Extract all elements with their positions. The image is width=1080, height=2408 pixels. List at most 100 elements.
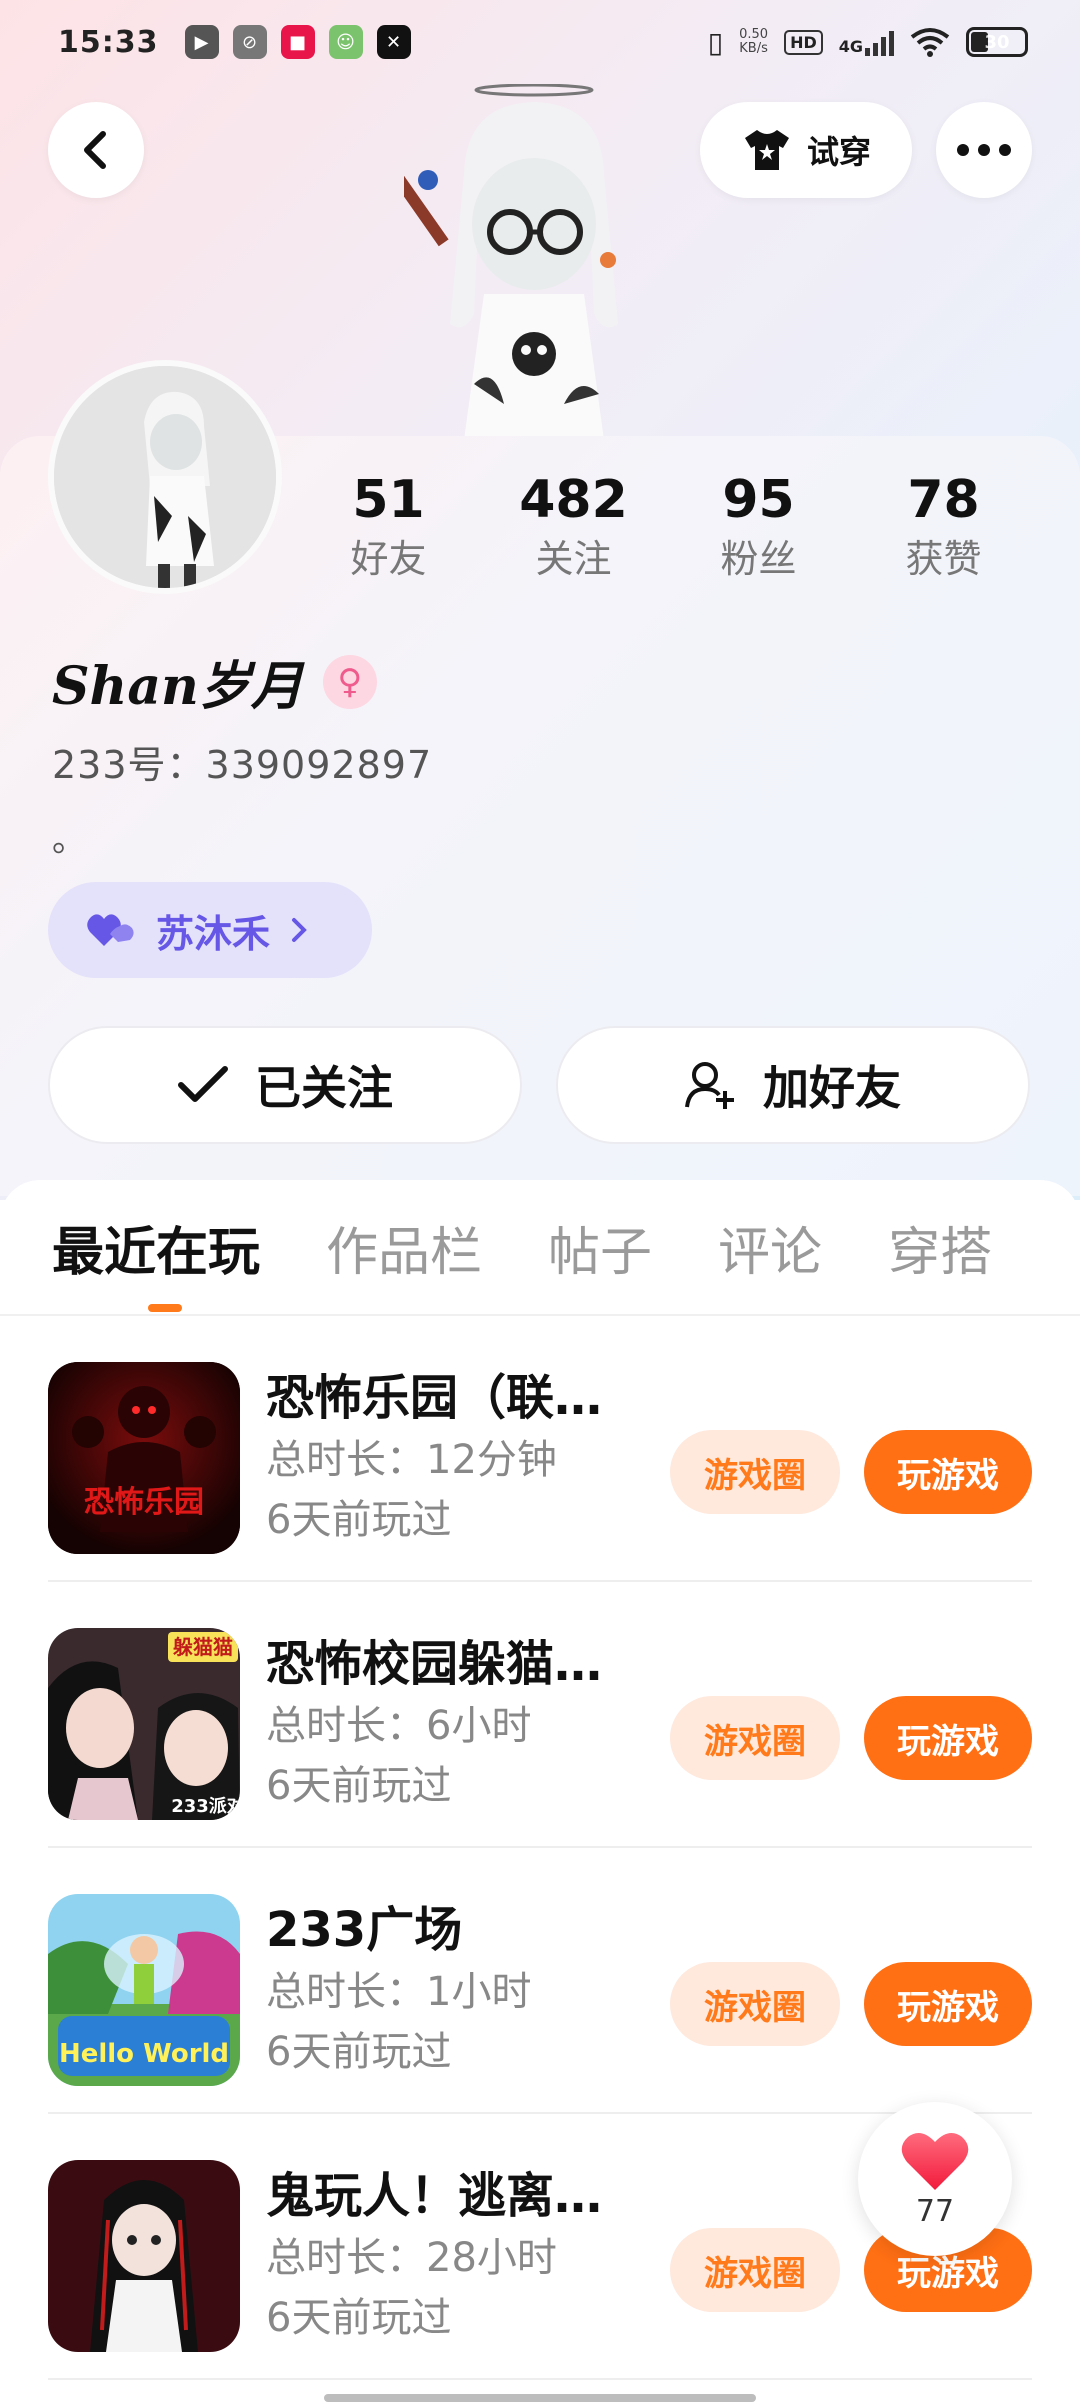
game-info: 鬼玩人！逃离… 总时长：28小时 6天前玩过: [266, 2164, 646, 2348]
plaza-233-thumbnail-image: Hello World: [48, 1894, 240, 2086]
link-app-icon: ⊘: [232, 25, 267, 59]
nickname: Shan岁月: [52, 656, 303, 717]
stat-label: 粉丝: [720, 537, 797, 581]
net-speed: 0.50 KB/s: [739, 28, 768, 56]
game-thumbnail[interactable]: Hello World: [48, 1894, 240, 2086]
game-info: 恐怖乐园（联… 总时长：12分钟 6天前玩过: [266, 1366, 646, 1550]
stat-value: 482: [519, 470, 628, 530]
play-game-button[interactable]: 玩游戏: [864, 1696, 1032, 1780]
network-type: 4G: [838, 37, 863, 56]
check-icon: [178, 1066, 228, 1102]
stat-label: 好友: [350, 537, 427, 581]
game-thumbnail[interactable]: 躲猫猫 233派对: [48, 1628, 240, 1820]
status-right: ▯ 0.50 KB/s HD 4G 30: [708, 26, 1028, 59]
thumb-caption-2: 233派对: [171, 1795, 240, 1817]
ghost-escape-thumbnail-image: [48, 2160, 240, 2352]
game-duration: 总时长：1小时: [266, 1969, 532, 2015]
add-friend-label: 加好友: [763, 1061, 901, 1115]
stat-following[interactable]: 482 关注: [481, 468, 666, 586]
battery-icon: 30: [966, 27, 1028, 57]
followed-label: 已关注: [255, 1061, 393, 1115]
stat-value: 95: [722, 470, 795, 530]
tab-comments[interactable]: 评论: [718, 1210, 822, 1285]
profile-tabs: 最近在玩 作品栏 帖子 评论 穿搭: [0, 1180, 1080, 1314]
try-on-button[interactable]: 试穿: [700, 102, 912, 198]
try-on-label: 试穿: [806, 133, 871, 171]
relationship-tag-chip[interactable]: 苏沐禾: [48, 882, 372, 978]
thumb-caption: 躲猫猫: [173, 1635, 233, 1659]
add-friend-button[interactable]: 加好友: [556, 1026, 1030, 1144]
more-button[interactable]: [936, 102, 1032, 198]
game-circle-button[interactable]: 游戏圈: [670, 1430, 840, 1514]
game-info: 233广场 总时长：1小时 6天前玩过: [266, 1898, 646, 2082]
profile-stats: 51 好友 482 关注 95 粉丝 78 获赞: [296, 468, 1036, 586]
battery-level: 30: [984, 31, 1010, 53]
tab-recent-play[interactable]: 最近在玩: [52, 1210, 260, 1285]
game-circle-button[interactable]: 游戏圈: [670, 1962, 840, 2046]
stat-label: 获赞: [905, 537, 982, 581]
followed-button[interactable]: 已关注: [48, 1026, 522, 1144]
tab-outfits[interactable]: 穿搭: [888, 1210, 992, 1285]
game-title: 恐怖乐园（联…: [266, 1370, 603, 1426]
game-info: 恐怖校园躲猫… 总时长：6小时 6天前玩过: [266, 1632, 646, 1816]
game-title: 恐怖校园躲猫…: [266, 1636, 603, 1692]
status-time: 15:33: [58, 24, 159, 60]
game-title: 鬼玩人！逃离…: [266, 2168, 603, 2224]
game-duration: 总时长：6小时: [266, 1703, 532, 1749]
record-app-icon: ■: [280, 25, 315, 59]
female-gender-icon: ♀: [322, 654, 377, 709]
stat-friends[interactable]: 51 好友: [296, 468, 481, 586]
game-row[interactable]: Hello World 233广场 总时长：1小时 6天前玩过 游戏圈 玩游戏: [0, 1848, 1080, 2114]
vibrate-icon: ▯: [707, 25, 724, 59]
stat-likes[interactable]: 78 获赞: [851, 468, 1036, 586]
add-friend-icon: [685, 1062, 734, 1109]
stat-label: 关注: [535, 537, 612, 581]
stat-followers[interactable]: 95 粉丝: [666, 468, 851, 586]
cell-signal-icon: 4G: [839, 28, 894, 56]
thumb-caption: Hello World: [59, 2039, 229, 2069]
user-id: 233号：339092897: [52, 743, 433, 787]
tshirt-icon: [744, 130, 789, 170]
play-game-button[interactable]: 玩游戏: [864, 1430, 1032, 1514]
hd-badge: HD: [784, 29, 823, 55]
net-speed-unit: KB/s: [739, 41, 768, 56]
stat-value: 78: [907, 470, 980, 530]
tab-posts[interactable]: 帖子: [548, 1210, 652, 1285]
game-last-played: 6天前玩过: [266, 2029, 452, 2075]
capcut-app-icon: ✕: [376, 25, 411, 59]
game-row[interactable]: 恐怖乐园 恐怖乐园（联… 总时长：12分钟 6天前玩过 游戏圈 玩游戏: [0, 1316, 1080, 1582]
game-last-played: 6天前玩过: [266, 1497, 452, 1543]
back-button[interactable]: [48, 102, 144, 198]
heart-icon: [901, 2132, 969, 2190]
game-thumbnail[interactable]: 恐怖乐园: [48, 1362, 240, 1554]
video-app-icon: ▶: [184, 25, 219, 59]
double-heart-icon: [87, 914, 134, 946]
more-dots-icon: [957, 144, 1011, 156]
status-bar: 15:33 ▶ ⊘ ■ ☺ ✕ ▯ 0.50 KB/s HD 4G 30: [0, 0, 1080, 84]
game-app-icon: ☺: [328, 25, 363, 59]
school-hide-seek-thumbnail-image: 躲猫猫 233派对: [48, 1628, 240, 1820]
notification-icons: ▶ ⊘ ■ ☺ ✕: [184, 25, 411, 59]
game-circle-button[interactable]: 游戏圈: [670, 2228, 840, 2312]
avatar-figure-image: [404, 84, 618, 440]
game-title: 233广场: [266, 1902, 463, 1958]
bio: 。: [52, 820, 86, 860]
play-game-button[interactable]: 玩游戏: [864, 1962, 1032, 2046]
wifi-icon: [910, 28, 950, 57]
game-thumbnail[interactable]: [48, 2160, 240, 2352]
game-last-played: 6天前玩过: [266, 2295, 452, 2341]
like-count: 77: [915, 2193, 955, 2229]
nickname-row: Shan岁月 ♀: [52, 644, 377, 719]
like-button[interactable]: 77: [858, 2102, 1012, 2256]
game-duration: 总时长：12分钟: [266, 1437, 557, 1483]
avatar[interactable]: [48, 360, 282, 594]
horror-park-thumbnail-image: 恐怖乐园: [48, 1362, 240, 1554]
tab-works[interactable]: 作品栏: [326, 1210, 482, 1285]
chevron-left-icon: [84, 131, 106, 169]
game-circle-button[interactable]: 游戏圈: [670, 1696, 840, 1780]
home-indicator[interactable]: [324, 2394, 756, 2402]
thumb-caption: 恐怖乐园: [84, 1485, 204, 1520]
active-tab-indicator: [148, 1304, 182, 1312]
game-row[interactable]: 躲猫猫 233派对 恐怖校园躲猫… 总时长：6小时 6天前玩过 游戏圈 玩游戏: [0, 1582, 1080, 1848]
game-last-played: 6天前玩过: [266, 1763, 452, 1809]
